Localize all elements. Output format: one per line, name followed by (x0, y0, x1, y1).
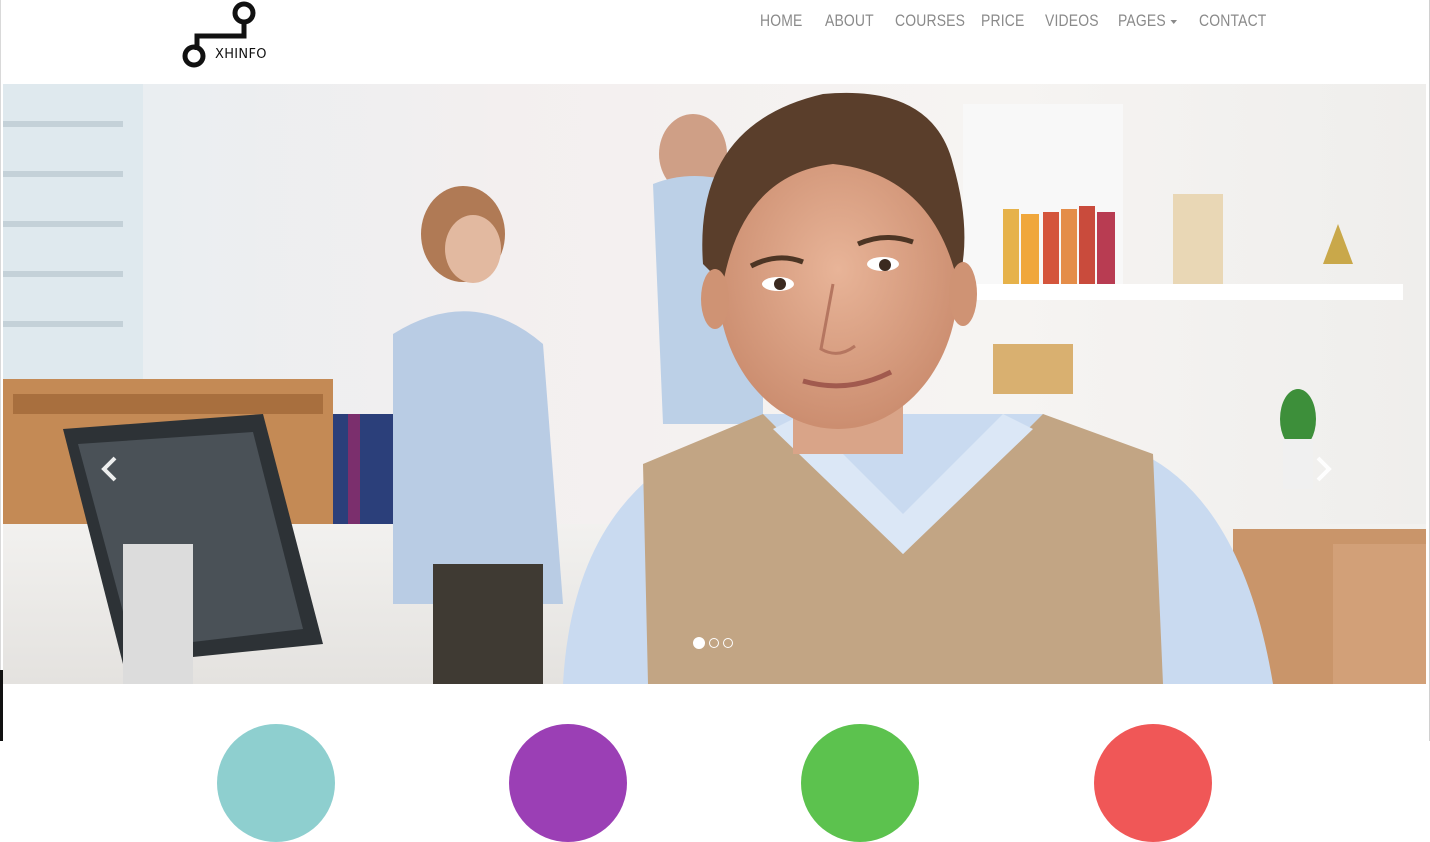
window-right-edge (1426, 0, 1430, 741)
carousel-indicators (693, 637, 733, 649)
chevron-left-icon (101, 456, 117, 482)
feature-circle-2[interactable] (509, 724, 627, 842)
brand-name: XHINFO (215, 47, 267, 62)
carousel-next-button[interactable] (1308, 454, 1338, 484)
hero-slide-image (3, 84, 1426, 684)
feature-circle-3[interactable] (801, 724, 919, 842)
chevron-right-icon (1316, 456, 1332, 482)
carousel-indicator-2[interactable] (709, 638, 719, 648)
nav-pages-label: PAGES (1118, 11, 1166, 30)
nav-contact[interactable]: CONTACT (1199, 8, 1266, 34)
main-nav: HOME ABOUT COURSES PRICE VIDEOS PAGES CO… (760, 8, 1269, 34)
carousel-indicator-1[interactable] (693, 637, 705, 649)
carousel-prev-button[interactable] (95, 454, 125, 484)
navbar: XHINFO HOME ABOUT COURSES PRICE VIDEOS P… (3, 0, 1426, 84)
caret-down-icon (1170, 19, 1178, 24)
nav-videos[interactable]: VIDEOS (1045, 8, 1105, 34)
brand-logo[interactable]: XHINFO (179, 0, 289, 70)
nav-about[interactable]: ABOUT (825, 8, 882, 34)
carousel-indicator-3[interactable] (723, 638, 733, 648)
nav-courses[interactable]: COURSES (895, 8, 966, 34)
feature-circle-4[interactable] (1094, 724, 1212, 842)
hero-carousel (3, 84, 1426, 684)
features-section (0, 684, 1430, 842)
nav-home[interactable]: HOME (760, 8, 813, 34)
nav-price[interactable]: PRICE (981, 8, 1033, 34)
feature-circle-1[interactable] (217, 724, 335, 842)
nav-pages-dropdown[interactable]: PAGES (1118, 8, 1184, 34)
